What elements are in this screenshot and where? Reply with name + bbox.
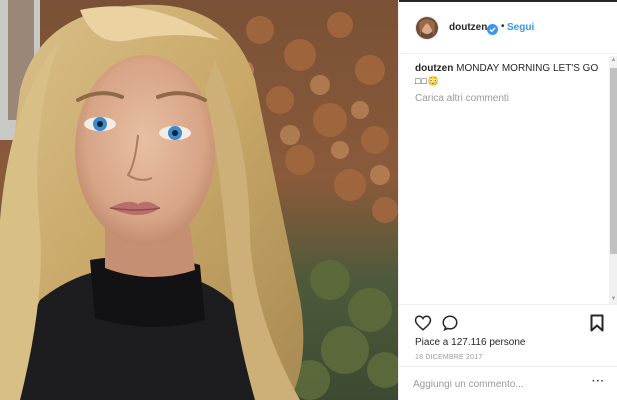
post-caption: doutzen MONDAY MORNING LET'S GO □□😳 bbox=[415, 62, 605, 88]
scroll-up-arrow-icon[interactable]: ▲ bbox=[609, 56, 617, 65]
caption-emoji-line: □□😳 bbox=[415, 76, 441, 86]
comment-input[interactable] bbox=[413, 377, 583, 391]
instagram-post-viewer: doutzen • Segui doutzen MONDAY MORNING L… bbox=[0, 0, 617, 400]
bookmark-icon[interactable] bbox=[590, 314, 604, 332]
load-more-comments-link[interactable]: Carica altri commenti bbox=[415, 93, 509, 104]
follow-button[interactable]: Segui bbox=[507, 22, 534, 33]
likes-count[interactable]: Piace a 127.116 persone bbox=[415, 337, 525, 348]
verified-badge-icon bbox=[487, 22, 498, 35]
author-username[interactable]: doutzen bbox=[449, 22, 487, 33]
more-options-button[interactable]: ··· bbox=[592, 376, 605, 387]
post-photo[interactable] bbox=[0, 0, 398, 400]
heart-icon[interactable] bbox=[414, 314, 432, 332]
comment-form: ··· bbox=[399, 366, 617, 400]
scroll-down-arrow-icon[interactable]: ▼ bbox=[609, 295, 617, 304]
comment-icon[interactable] bbox=[441, 314, 459, 332]
scrollbar-thumb[interactable] bbox=[610, 68, 617, 254]
avatar[interactable] bbox=[415, 16, 439, 40]
post-header: doutzen • Segui bbox=[399, 2, 617, 54]
header-separator: • bbox=[501, 21, 505, 32]
caption-text: MONDAY MORNING LET'S GO bbox=[456, 63, 599, 74]
post-actions: Piace a 127.116 persone 18 DICEMBRE 2017 bbox=[399, 304, 617, 366]
selfie-photo-image bbox=[0, 0, 398, 400]
comments-scrollbar[interactable]: ▲ ▼ bbox=[609, 56, 617, 304]
post-side-panel: doutzen • Segui doutzen MONDAY MORNING L… bbox=[398, 0, 617, 400]
post-date: 18 DICEMBRE 2017 bbox=[415, 354, 483, 361]
caption-username[interactable]: doutzen bbox=[415, 63, 453, 74]
